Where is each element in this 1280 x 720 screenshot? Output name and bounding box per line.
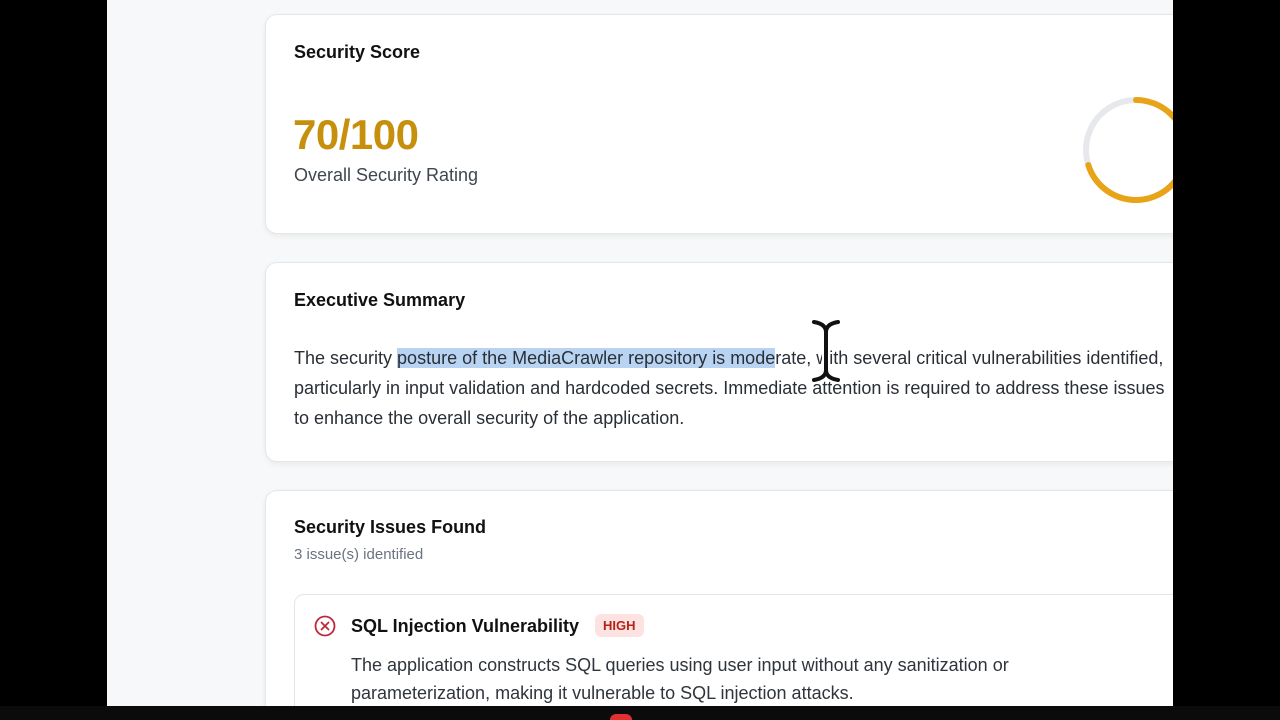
text-cursor-icon: [810, 318, 842, 384]
notification-badge: [610, 714, 632, 720]
security-score-title: Security Score: [294, 42, 421, 62]
score-value: 70/100: [293, 111, 419, 158]
score-gauge: [1083, 97, 1173, 203]
executive-summary-title: Executive Summary: [294, 290, 466, 310]
security-issues-title: Security Issues Found: [294, 517, 487, 537]
summary-text-before: The security: [294, 348, 398, 368]
issue-title: SQL Injection Vulnerability: [351, 616, 580, 636]
taskbar: [0, 706, 1280, 720]
report-viewport: Security Score 70/100 Overall Security R…: [107, 0, 1173, 706]
security-issues-card: Security Issues Found 3 issue(s) identif…: [265, 490, 1173, 706]
issue-item[interactable]: SQL Injection Vulnerability HIGH The app…: [294, 594, 1173, 706]
summary-text-selection: posture of the MediaCrawler repository i…: [397, 348, 776, 368]
executive-summary-card: Executive Summary The security posture o…: [265, 262, 1173, 462]
issue-description: The application constructs SQL queries u…: [351, 655, 1009, 703]
severity-badge: HIGH: [595, 614, 644, 637]
x-circle-icon: [314, 615, 336, 637]
executive-summary-text[interactable]: The security posture of the MediaCrawler…: [294, 343, 1173, 433]
score-label: Overall Security Rating: [294, 165, 479, 185]
security-score-card: Security Score 70/100 Overall Security R…: [265, 14, 1173, 234]
issues-count: 3 issue(s) identified: [294, 546, 424, 563]
